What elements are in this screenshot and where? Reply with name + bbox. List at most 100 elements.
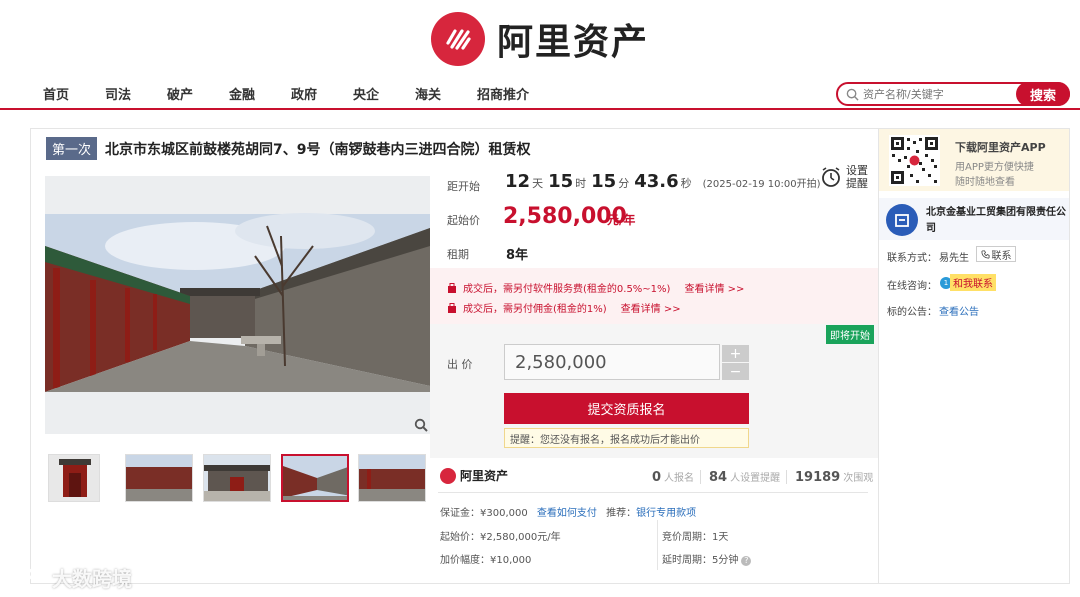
bid-label: 出 价	[447, 358, 473, 371]
listing-title: 北京市东城区前鼓楼苑胡同7、9号（南锣鼓巷内三进四合院）租赁权	[105, 141, 531, 158]
start-price-label: 起始价	[447, 214, 480, 227]
view-count-value: 19189	[795, 470, 841, 485]
organization-name[interactable]: 北京金基业工贸集团有限责任公司	[926, 205, 1066, 237]
stats-logo: 阿里资产	[440, 467, 508, 484]
stat-divider	[700, 470, 701, 484]
logo-text: 阿里资产	[496, 22, 649, 63]
bag-icon	[448, 282, 456, 293]
commission-detail-link[interactable]: 查看详情 >>	[621, 300, 681, 315]
bag-icon	[448, 302, 456, 313]
nav-divider	[0, 108, 1080, 110]
nav-item-home[interactable]: 首页	[43, 84, 69, 103]
increase-bid-button[interactable]: +	[722, 345, 749, 362]
countdown: 12 天 15 时 15 分 43.6 秒 (2025-02-19 10:00开…	[505, 171, 821, 192]
set-reminder-button[interactable]: 设置提醒	[820, 164, 870, 190]
search-button[interactable]: 搜索	[1016, 82, 1070, 106]
nav-item-investment[interactable]: 招商推介	[477, 84, 529, 103]
nav-item-soe[interactable]: 央企	[353, 84, 379, 103]
logo-icon	[430, 12, 485, 66]
deposit-row: 保证金：¥300,000 查看如何支付 推荐：银行专用款项	[440, 504, 696, 519]
contact-button[interactable]: 联系	[976, 246, 1016, 262]
view-announcement-link[interactable]: 查看公告	[939, 303, 979, 318]
signup-count: 0 人报名	[652, 469, 694, 485]
search-input[interactable]	[863, 85, 1013, 103]
signup-count-value: 0	[652, 470, 662, 485]
site-logo[interactable]: 阿里资产	[0, 0, 1080, 78]
auction-start-time: (2025-02-19 10:00开拍)	[702, 179, 821, 190]
thumbnail[interactable]	[125, 454, 193, 502]
stats-logo-text: 阿里资产	[460, 469, 509, 483]
thumbnail-active[interactable]	[281, 454, 349, 502]
reminder-count: 84 人设置提醒	[709, 469, 780, 485]
lease-term: 8年	[506, 248, 529, 263]
countdown-seconds-unit: 秒	[680, 177, 692, 190]
detail-increment: 加价幅度：¥10,000	[440, 555, 532, 566]
nav-item-finance[interactable]: 金融	[229, 84, 255, 103]
reminder-count-value: 84	[709, 470, 728, 485]
thumbnail[interactable]	[203, 454, 271, 502]
round-badge: 第一次	[46, 137, 98, 160]
countdown-label: 距开始	[447, 180, 480, 193]
announcement-label: 标的公告：	[887, 307, 937, 318]
deposit-amount: ¥300,000	[480, 508, 528, 519]
app-download-subtitle: 随时随地查看	[955, 177, 1015, 188]
watermark-logo-icon	[10, 567, 48, 581]
contact-label: 联系方式：	[887, 253, 937, 264]
alarm-clock-icon	[822, 167, 840, 187]
thumbnail-strip	[45, 454, 430, 502]
nav-item-customs[interactable]: 海关	[415, 84, 441, 103]
reminder-count-label: 人设置提醒	[730, 473, 781, 484]
signup-reminder-tip: 提醒：您还没有报名，报名成功后才能出价	[504, 428, 749, 448]
bank-account-link[interactable]: 银行专用款项	[636, 508, 696, 519]
phone-icon	[980, 249, 990, 259]
set-reminder-label: 设置提醒	[846, 164, 868, 190]
countdown-hours: 15	[548, 171, 574, 192]
countdown-minutes-unit: 分	[618, 177, 630, 190]
qr-code-icon[interactable]	[889, 135, 940, 186]
organization-icon	[886, 204, 918, 236]
listing-title-row: 第一次 北京市东城区前鼓楼苑胡同7、9号（南锣鼓巷内三进四合院）租赁权	[46, 137, 531, 160]
chat-label: 在线咨询：	[887, 281, 937, 292]
nav-item-government[interactable]: 政府	[291, 84, 317, 103]
zoom-icon[interactable]	[414, 418, 428, 432]
term-label: 租期	[447, 248, 469, 261]
online-chat-label: 和我联系	[950, 274, 996, 291]
submit-qualification-button[interactable]: 提交资质报名	[504, 393, 749, 424]
recommend-label: 推荐：	[606, 508, 637, 519]
stat-divider	[786, 470, 787, 484]
decrease-bid-button[interactable]: −	[722, 363, 749, 380]
search-bar: 搜索	[836, 82, 1070, 106]
nav-item-judicial[interactable]: 司法	[105, 84, 131, 103]
countdown-days: 12	[505, 171, 531, 192]
bid-amount-input[interactable]	[504, 344, 720, 380]
view-count-label: 次围观	[843, 473, 874, 484]
fee-notice-row: 成交后，需另付佣金(租金的1%) 查看详情 >>	[447, 300, 681, 315]
app-download-subtitle: 用APP更方便快捷	[955, 162, 1034, 173]
commission-notice: 成交后，需另付佣金(租金的1%)	[463, 304, 607, 315]
fee-notice-box	[430, 268, 878, 324]
detail-divider	[657, 520, 658, 570]
right-sidebar	[878, 128, 1070, 584]
help-icon[interactable]: ?	[741, 556, 752, 566]
stats-divider	[438, 492, 868, 493]
service-fee-detail-link[interactable]: 查看详情 >>	[684, 280, 744, 295]
online-chat-button[interactable]: 1 和我联系	[940, 274, 996, 291]
fee-notice-row: 成交后，需另付软件服务费(租金的0.5%~1%) 查看详情 >>	[447, 280, 744, 295]
service-fee-notice: 成交后，需另付软件服务费(租金的0.5%~1%)	[463, 284, 671, 295]
deposit-label: 保证金：	[440, 508, 480, 519]
how-to-pay-link[interactable]: 查看如何支付	[537, 508, 597, 519]
view-count: 19189 次围观	[795, 469, 873, 485]
thumbnail[interactable]	[358, 454, 426, 502]
contact-button-label: 联系	[991, 250, 1012, 262]
start-price-unit: 元/年	[607, 213, 636, 227]
countdown-seconds: 43.6	[634, 171, 679, 192]
countdown-days-unit: 天	[532, 177, 544, 190]
main-photo[interactable]	[45, 176, 430, 434]
nav-item-bankruptcy[interactable]: 破产	[167, 84, 193, 103]
app-download-title: 下载阿里资产APP	[955, 141, 1046, 154]
coming-soon-badge: 即将开始	[826, 325, 874, 344]
thumbnail[interactable]	[48, 454, 100, 502]
detail-delay-row: 延时周期：5分钟?	[662, 551, 752, 566]
detail-delay: 延时周期：5分钟	[662, 555, 739, 566]
watermark-text: 大数跨境	[52, 567, 132, 591]
